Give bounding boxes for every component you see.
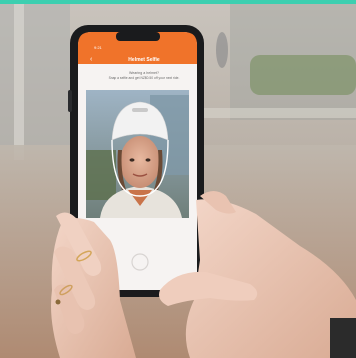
top-accent-strip (0, 0, 356, 4)
status-time: 9:21 (94, 45, 102, 50)
background-pillar (14, 0, 24, 160)
background-curb (200, 108, 356, 118)
phone-notch (116, 32, 160, 41)
background-greenery (250, 55, 356, 95)
prompt-body: Snap a selfie and get NZ$0.50 off your n… (108, 76, 180, 80)
sleeve (330, 318, 356, 358)
selfie-eye-right (145, 158, 151, 162)
helmet-vent (132, 108, 148, 112)
selfie-face (120, 136, 160, 188)
photo-scene (0, 0, 356, 358)
selfie-tree (86, 150, 116, 200)
page-title: Helmet Selfie (128, 57, 160, 63)
prompt-heading: Wearing a helmet? (128, 71, 160, 75)
background-blur-figure (216, 32, 228, 68)
background-building-left (0, 0, 70, 150)
ring-gem-icon (55, 299, 61, 305)
selfie-eye-left (129, 158, 135, 162)
phone-side-button (68, 90, 72, 112)
